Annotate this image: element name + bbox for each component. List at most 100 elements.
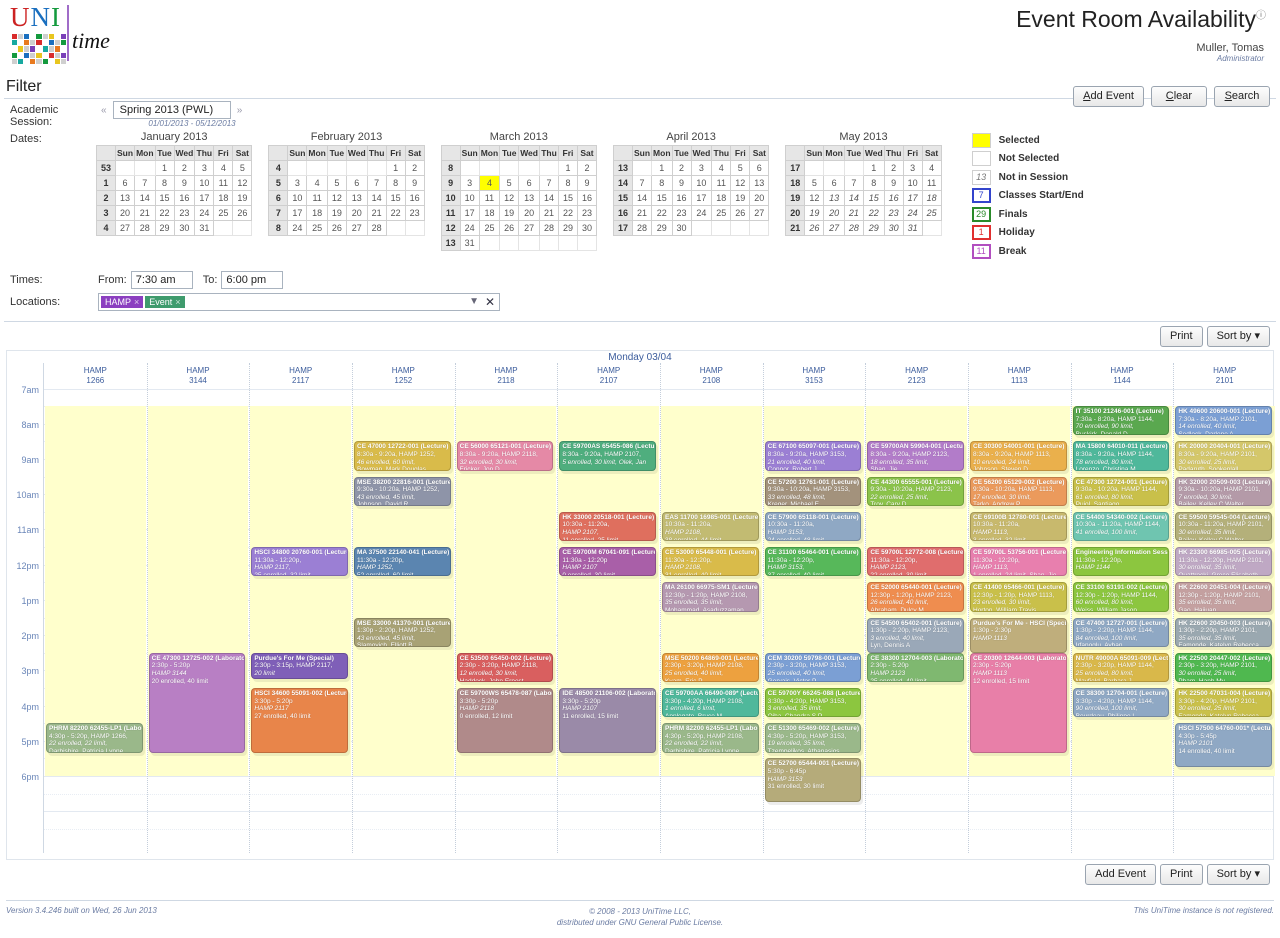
event-block[interactable]: CE 33100 63191-002 (Lecture) 12:30p - 1:2… (1072, 582, 1170, 612)
event-block[interactable]: Engineering Information Session 11:30a - … (1072, 547, 1170, 577)
calendar-day[interactable]: 18 (306, 205, 328, 221)
calendar-day[interactable]: 24 (459, 220, 480, 236)
calendar-day[interactable]: 5 (730, 160, 751, 176)
event-block[interactable]: IT 35100 21246-001 (Lecture) 7:30a - 8:20… (1072, 406, 1170, 436)
calendar-day[interactable]: 24 (194, 205, 215, 221)
calendar-day[interactable]: 12 (232, 175, 253, 191)
room-column-header[interactable]: HAMP 1266 (44, 363, 147, 389)
calendar-day[interactable]: 13 (345, 190, 368, 206)
event-block[interactable]: CE 59700WS 65478-087 (Laboratory)3:30p -… (456, 687, 554, 753)
calendar-day[interactable]: 28 (538, 220, 559, 236)
room-column-header[interactable]: HAMP 2118 (455, 363, 558, 389)
calendar-day[interactable]: 25 (306, 220, 328, 236)
calendar-day[interactable]: 13 (749, 175, 770, 191)
calendar-day[interactable]: 3 (194, 160, 215, 176)
calendar-day[interactable]: 2 (671, 160, 692, 176)
calendar-day[interactable]: 15 (651, 190, 673, 206)
calendar-day-nis[interactable]: 26 (804, 220, 825, 236)
calendar-day[interactable]: 25 (478, 220, 501, 236)
event-block[interactable]: CE 44300 65555-001 (Lecture) 9:30a - 10:2… (867, 476, 964, 506)
calendar-day[interactable]: 8 (862, 175, 885, 191)
room-column-header[interactable]: HAMP 2123 (865, 363, 968, 389)
calendar-day[interactable]: 28 (134, 220, 156, 236)
calendar-day[interactable]: 26 (232, 205, 253, 221)
event-block[interactable]: CEM 30200 59798-001 (Lecture) 2:30p - 3:2… (764, 652, 862, 683)
event-block[interactable]: CE 41400 65466-001 (Lecture) 12:30p - 1:2… (970, 582, 1067, 612)
event-block[interactable]: HK 33000 20518-001 (Lecture) 10:30a - 11:… (559, 511, 656, 542)
calendar-day-nis[interactable]: 29 (862, 220, 885, 236)
event-block[interactable]: CE 59700L 53756-001 (Lecture) 11:30a - 12… (970, 547, 1067, 577)
search-button[interactable]: Search (1214, 86, 1270, 107)
calendar-day-fin[interactable]: 30 (671, 220, 692, 236)
calendar-day-nis[interactable]: 21 (843, 205, 864, 221)
calendar-day-nis[interactable]: 20 (823, 205, 845, 221)
calendar-day[interactable]: 17 (287, 205, 308, 221)
calendar-day[interactable]: 8 (651, 175, 673, 191)
calendar-day-nis[interactable]: 15 (862, 190, 885, 206)
calendar-day[interactable]: 16 (173, 190, 196, 206)
event-block[interactable]: CE 53500 65450-002 (Lecture) 2:30p - 3:20… (456, 652, 554, 683)
event-block[interactable]: CE 59700M 67041-091 (Lecture) 11:30a - 12… (559, 547, 656, 577)
calendar-day[interactable]: 30 (576, 220, 597, 236)
calendar-day[interactable]: 21 (366, 205, 387, 221)
calendar-day[interactable]: 8 (385, 175, 406, 191)
calendar-day[interactable]: 23 (173, 205, 196, 221)
calendar-day[interactable]: 17 (690, 190, 713, 206)
calendar-day-nis[interactable]: 25 (921, 205, 942, 221)
calendar-day-nis[interactable]: 13 (823, 190, 845, 206)
event-block[interactable]: MSE 50200 64869-001 (Lecture) 2:30p - 3:2… (662, 652, 759, 683)
calendar-day[interactable]: 18 (213, 190, 234, 206)
event-block[interactable]: MA 37500 22140-041 (Lecture) 11:30a - 12:… (354, 547, 451, 577)
calendar-day[interactable]: 2 (576, 160, 597, 176)
event-block[interactable]: HK 22600 20450-003 (Lecture) 1:30p - 2:20… (1175, 617, 1272, 647)
event-block[interactable]: HK 22500 20447-002 (Lecture) 2:30p - 3:20… (1175, 652, 1272, 683)
calendar-day-brk[interactable]: 11 (478, 190, 501, 206)
event-block[interactable]: MA 15800 64010-011 (Lecture) 8:30a - 9:20… (1072, 441, 1170, 471)
calendar-day[interactable]: 8 (557, 175, 578, 191)
room-column-header[interactable]: HAMP 2101 (1173, 363, 1276, 389)
event-block[interactable]: CE 52700 65444-001 (Lecture) 5:30p - 6:45… (764, 758, 862, 803)
calendar-day[interactable]: 2 (173, 160, 196, 176)
chevron-down-icon[interactable]: ▼ (469, 296, 479, 307)
calendar-day[interactable]: 6 (823, 175, 845, 191)
calendar-day[interactable]: 5 (499, 175, 520, 191)
calendar-day[interactable]: 8 (154, 175, 175, 191)
calendar-day[interactable]: 22 (557, 205, 578, 221)
calendar-day[interactable]: 11 (306, 190, 328, 206)
event-block[interactable]: CE 30300 54001-001 (Lecture) 8:30a - 9:20… (970, 441, 1067, 471)
calendar-day[interactable]: 26 (730, 205, 751, 221)
calendar-day-start[interactable]: 7 (134, 175, 156, 191)
event-block[interactable]: CE 47400 12727-001 (Lecture) 1:30p - 2:20… (1072, 617, 1170, 647)
event-block[interactable]: CE 57900 65118-001 (Lecture) 10:30a - 11:… (764, 511, 862, 542)
calendar-day-nis[interactable]: 27 (823, 220, 845, 236)
calendar-day-hol[interactable]: 1 (154, 160, 175, 176)
print-button-top[interactable]: Print (1159, 325, 1203, 347)
calendar-day[interactable]: 5 (804, 175, 825, 191)
calendar-day[interactable]: 10 (459, 190, 480, 206)
calendar-day[interactable]: 1 (557, 160, 578, 176)
calendar-day[interactable]: 3 (459, 175, 480, 191)
event-block[interactable]: CE 47300 12725-002 (Laboratory) 2:30p - 5… (148, 652, 246, 753)
event-block[interactable]: PHRM 82200 62455-LP1 (Laboratory)4:30p -… (662, 723, 759, 753)
calendar-day-start[interactable]: 12 (804, 190, 825, 206)
calendar-day[interactable]: 9 (883, 175, 904, 191)
calendar-day[interactable]: 22 (154, 205, 175, 221)
calendar-day[interactable]: 27 (518, 220, 540, 236)
calendar-day[interactable]: 29 (154, 220, 175, 236)
academic-session-select[interactable]: Spring 2013 (PWL) (112, 101, 231, 119)
sort-by-button-bottom[interactable]: Sort by ▾ (1206, 863, 1270, 885)
next-session-button[interactable]: » (234, 105, 246, 116)
calendar-day-nis[interactable]: 22 (862, 205, 885, 221)
availability-band[interactable] (45, 406, 146, 777)
event-block[interactable]: CE 59700Y 66245-088 (Lecture) 3:30p - 4:2… (764, 687, 862, 718)
calendar-day[interactable]: 30 (173, 220, 196, 236)
event-block[interactable]: CE 53000 65448-001 (Lecture) 11:30a - 12:… (662, 547, 759, 577)
calendar-day[interactable]: 12 (326, 190, 347, 206)
event-block[interactable]: CE 51300 65469-002 (Lecture) 4:30p - 5:20… (764, 723, 862, 753)
close-icon[interactable]: ✕ (485, 295, 495, 309)
sort-by-button-top[interactable]: Sort by ▾ (1206, 325, 1270, 347)
event-block[interactable]: CE 59700L 12772-008 (Lecture) 11:30a - 12… (867, 547, 964, 577)
event-block[interactable]: HK 23300 66985-005 (Lecture) 11:30a - 12:… (1175, 547, 1272, 577)
calendar-day-nis[interactable]: 14 (843, 190, 864, 206)
event-block[interactable]: CE 69100B 12780-001 (Lecture) 10:30a - 11… (970, 511, 1067, 542)
